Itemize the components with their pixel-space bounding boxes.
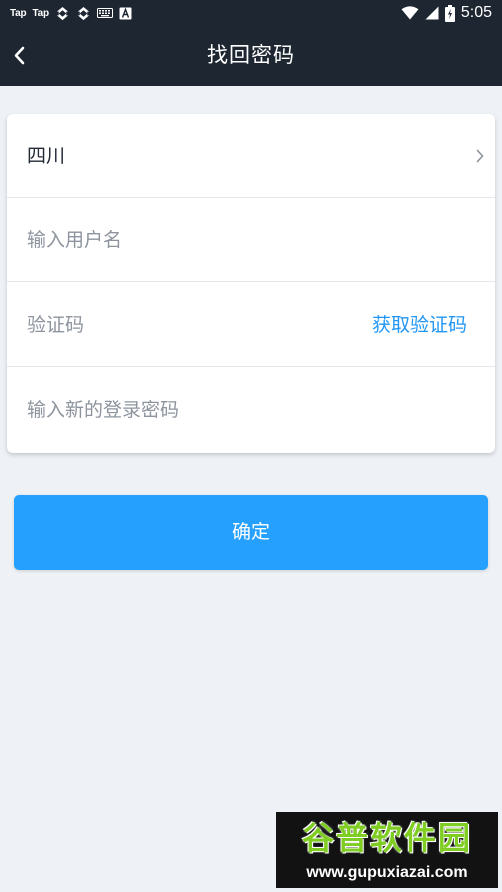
taptap-notification-label: Tap — [10, 7, 27, 19]
wifi-icon — [401, 6, 419, 20]
new-password-row — [7, 368, 495, 452]
watermark-url: www.gupuxiazai.com — [306, 864, 468, 881]
region-value: 四川 — [27, 145, 66, 167]
battery-icon — [444, 4, 455, 22]
region-selector-row[interactable]: 四川 — [7, 114, 495, 198]
username-row — [7, 198, 495, 282]
new-password-input[interactable] — [27, 390, 467, 430]
signal-icon — [425, 6, 439, 20]
site-watermark: 谷普软件园 www.gupuxiazai.com — [276, 812, 498, 888]
sync-app-icon — [56, 6, 68, 20]
status-time: 5:05 — [460, 4, 492, 21]
watermark-brand: 谷普软件园 — [301, 819, 472, 857]
keyboard-icon — [96, 8, 113, 18]
verification-code-row: 获取验证码 — [7, 283, 495, 367]
get-verification-code-button[interactable]: 获取验证码 — [372, 283, 467, 367]
app-header: 找回密码 — [0, 25, 502, 86]
confirm-button[interactable]: 确定 — [14, 495, 488, 570]
status-bar: Tap Tap 5:05 — [0, 0, 502, 25]
page-title: 找回密码 — [207, 43, 295, 67]
taptap-notification-label-2: Tap — [32, 7, 49, 19]
system-status: 5:05 — [401, 3, 492, 23]
reset-password-form: 四川 获取验证码 — [7, 114, 495, 453]
verification-code-input[interactable] — [27, 305, 347, 345]
font-app-icon — [119, 7, 132, 19]
chevron-right-icon — [476, 149, 484, 163]
notification-icons: Tap Tap — [10, 5, 132, 21]
sync-app-icon-2 — [77, 6, 89, 20]
username-input[interactable] — [27, 220, 467, 260]
